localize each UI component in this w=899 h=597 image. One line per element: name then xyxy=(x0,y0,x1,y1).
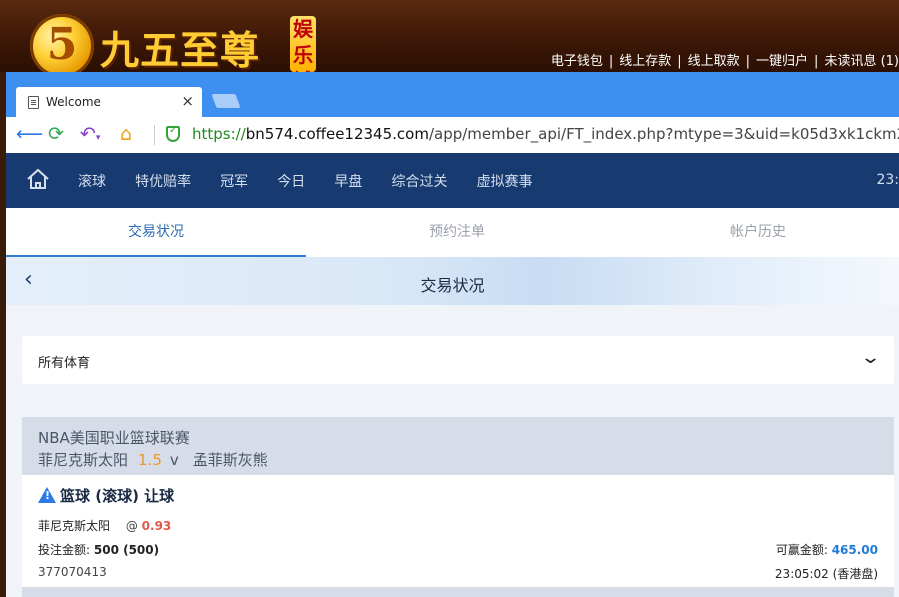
browser-window: Welcome × ⟵ ⟳ ↶▾ ⌂ https://bn574.coffee1… xyxy=(6,72,899,597)
shield-icon[interactable] xyxy=(166,125,180,142)
handicap: 1.5 xyxy=(138,451,162,469)
app-nav: 滚球 特优赔率 冠军 今日 早盘 综合过关 虚拟赛事 23: xyxy=(6,153,899,208)
versus: v xyxy=(169,451,179,469)
odds-at: @ xyxy=(125,519,138,533)
url-field[interactable]: https://bn574.coffee12345.com/app/member… xyxy=(192,125,899,143)
top-links: 电子钱包 | 线上存款 | 线上取款 | 一键归户 | 未读讯息 (1) xyxy=(551,50,899,69)
stake: 投注金额: 500 (500) xyxy=(38,541,159,558)
nav-item-today[interactable]: 今日 xyxy=(277,174,305,190)
sub-tabs: 交易状况 预约注单 帐户历史 xyxy=(6,208,899,257)
address-bar: ⟵ ⟳ ↶▾ ⌂ https://bn574.coffee12345.com/a… xyxy=(6,117,899,154)
home-team: 菲尼克斯太阳 xyxy=(38,451,129,469)
bet-type-label: 篮球 (滚球) 让球 xyxy=(60,487,175,505)
link-withdraw[interactable]: 线上取款 xyxy=(688,54,740,69)
page-header: ‹ 交易状况 xyxy=(6,257,899,305)
tab-scheduled-bets[interactable]: 预约注单 xyxy=(307,208,607,257)
link-deposit[interactable]: 线上存款 xyxy=(619,54,671,69)
undo-icon[interactable]: ↶▾ xyxy=(80,123,100,149)
refresh-icon[interactable]: ⟳ xyxy=(48,123,64,145)
nav-item-best-odds[interactable]: 特优赔率 xyxy=(135,174,191,190)
stake-label: 投注金额: xyxy=(38,543,91,557)
sport-filter-value: 所有体育 xyxy=(38,356,91,371)
back-arrow-icon[interactable]: ⟵ xyxy=(16,123,43,145)
tab-account-history[interactable]: 帐户历史 xyxy=(608,208,899,257)
potential-win: 可赢金额: 465.00 xyxy=(776,541,878,558)
away-team: 孟菲斯灰熊 xyxy=(192,451,268,469)
bet-card-header: NBA美国职业篮球联赛 菲尼克斯太阳 1.5 v 孟菲斯灰熊 xyxy=(22,417,894,475)
url-host: bn574.coffee12345.com xyxy=(245,125,429,143)
link-separator: | xyxy=(745,54,751,69)
pick-team: 菲尼克斯太阳 xyxy=(38,519,111,533)
logo-badge: 娱乐城 xyxy=(290,16,316,72)
browser-tabbar: Welcome × xyxy=(6,72,899,117)
nav-items: 滚球 特优赔率 冠军 今日 早盘 综合过关 虚拟赛事 xyxy=(78,171,557,191)
site-header: 5 九五至尊 娱乐城 电子钱包 | 线上存款 | 线上取款 | 一键归户 | 未读讯息 (1) xyxy=(0,0,899,78)
home-icon[interactable] xyxy=(26,168,50,190)
browser-tab[interactable]: Welcome × xyxy=(16,87,202,117)
link-e-wallet[interactable]: 电子钱包 xyxy=(551,54,603,69)
url-path: /app/member_api/FT_index.php?mtype=3&uid… xyxy=(428,125,899,143)
address-divider xyxy=(154,125,155,145)
stake-value: 500 (500) xyxy=(93,543,160,557)
warning-icon xyxy=(38,487,56,503)
nav-item-parlay[interactable]: 综合过关 xyxy=(391,174,447,190)
sport-filter-select[interactable]: 所有体育 ⌄ xyxy=(22,336,894,384)
page-icon xyxy=(28,96,39,109)
nav-item-virtual[interactable]: 虚拟赛事 xyxy=(477,174,533,190)
win-value: 465.00 xyxy=(831,543,878,557)
odds-value: 0.93 xyxy=(141,519,172,533)
next-bet-card xyxy=(22,587,894,597)
ticket-id: 377070413 xyxy=(38,565,107,579)
clock: 23: xyxy=(876,172,899,188)
nav-item-early[interactable]: 早盘 xyxy=(334,174,362,190)
close-icon[interactable]: × xyxy=(181,92,194,110)
nav-item-live[interactable]: 滚球 xyxy=(78,174,106,190)
link-separator: | xyxy=(608,54,614,69)
tab-title: Welcome xyxy=(46,95,101,109)
url-protocol: https:// xyxy=(192,125,246,143)
home-icon[interactable]: ⌂ xyxy=(120,123,132,145)
tab-transactions[interactable]: 交易状况 xyxy=(6,208,306,257)
page-title: 交易状况 xyxy=(420,276,485,295)
matchup: 菲尼克斯太阳 1.5 v 孟菲斯灰熊 xyxy=(38,449,268,470)
nav-item-champion[interactable]: 冠军 xyxy=(220,174,248,190)
chevron-down-icon[interactable]: ⌄ xyxy=(860,347,881,368)
logo-icon[interactable]: 5 xyxy=(30,14,94,78)
league-name: NBA美国职业篮球联赛 xyxy=(38,429,190,447)
logo-text[interactable]: 九五至尊 xyxy=(100,20,260,76)
link-separator: | xyxy=(814,54,819,69)
bet-time: 23:05:02 (香港盘) xyxy=(774,567,878,581)
link-one-click-transfer[interactable]: 一键归户 xyxy=(756,54,808,69)
new-tab-button[interactable] xyxy=(211,94,241,108)
bet-pick: 菲尼克斯太阳 @ 0.93 xyxy=(38,517,171,534)
bet-type: 篮球 (滚球) 让球 xyxy=(38,485,174,506)
win-label: 可赢金额: xyxy=(775,543,828,557)
bet-card-body: 篮球 (滚球) 让球 菲尼克斯太阳 @ 0.93 投注金额: 500 (500)… xyxy=(22,475,894,587)
link-unread-messages[interactable]: 未读讯息 (1) xyxy=(824,54,899,69)
link-separator: | xyxy=(677,54,682,69)
